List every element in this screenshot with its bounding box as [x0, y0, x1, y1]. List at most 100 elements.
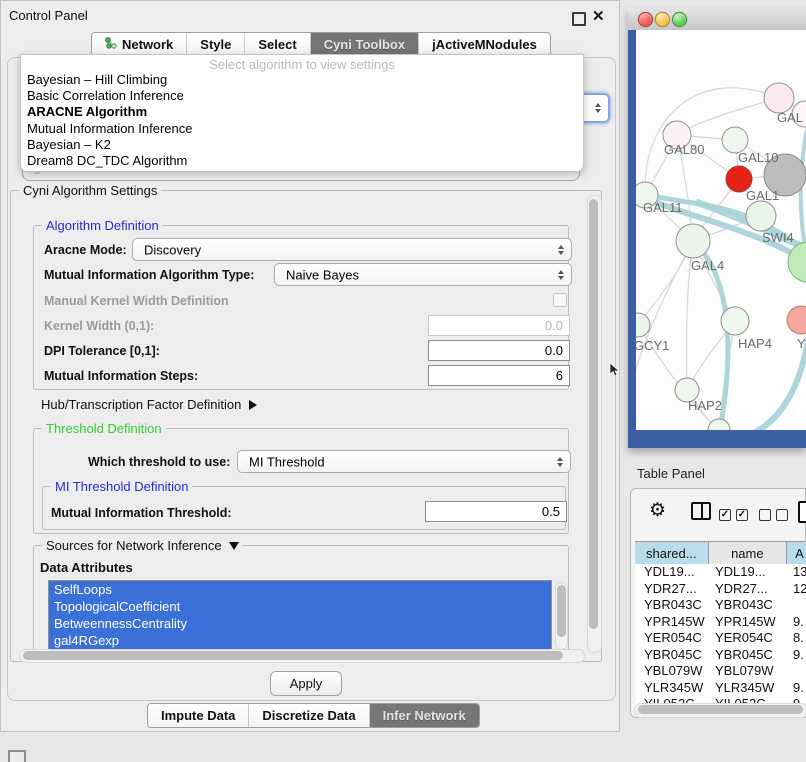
- node-label: GAL4: [691, 258, 724, 273]
- tab-impute-data[interactable]: Impute Data: [148, 704, 249, 727]
- gear-icon[interactable]: ⚙: [649, 501, 666, 520]
- dropdown-option[interactable]: Bayesian – Hill Climbing: [21, 72, 583, 88]
- settings-vertical-scrollbar[interactable]: [587, 195, 602, 653]
- desktop: Control Panel ✕ Network Style Select Cyn…: [0, 0, 806, 762]
- table-row[interactable]: YDR27...YDR27...12: [635, 581, 806, 598]
- control-panel-title: Control Panel: [9, 8, 88, 23]
- table-panel-window: ⚙ ✓ ✓ shared... name A YDL19...YDL19...1…: [630, 488, 806, 718]
- expanded-arrow-icon[interactable]: [229, 542, 239, 550]
- table-row[interactable]: YLR345WYLR345W9.: [635, 680, 806, 697]
- float-window-icon[interactable]: [572, 12, 586, 26]
- mi-threshold-group: MI Threshold Definition Mutual Informati…: [42, 486, 566, 530]
- dropdown-option[interactable]: Basic Correlation Inference: [21, 88, 583, 104]
- mi-type-label: Mutual Information Algorithm Type:: [44, 268, 254, 282]
- mi-steps-label: Mutual Information Steps:: [44, 369, 198, 383]
- tab-infer-network[interactable]: Infer Network: [370, 704, 479, 727]
- unchecked-checkbox-icon[interactable]: [776, 509, 788, 521]
- data-attributes-list[interactable]: SelfLoops TopologicalCoefficient Between…: [48, 580, 552, 652]
- attribute-item[interactable]: gal4RGexp: [49, 632, 551, 649]
- manual-kernel-checkbox[interactable]: [553, 293, 567, 307]
- close-traffic-light[interactable]: [638, 12, 653, 27]
- network-node-swi4[interactable]: [746, 201, 776, 231]
- close-icon[interactable]: ✕: [592, 7, 605, 25]
- mi-type-value: Naive Bayes: [286, 267, 359, 282]
- column-header-shared-name[interactable]: shared...: [635, 542, 709, 564]
- sources-group-title: Sources for Network Inference: [42, 538, 243, 553]
- tab-network[interactable]: Network: [92, 33, 187, 56]
- split-columns-icon[interactable]: [691, 502, 711, 520]
- network-node-green[interactable]: [788, 242, 806, 282]
- network-tab-icon: [105, 37, 117, 52]
- checked-checkbox-icon[interactable]: ✓: [736, 509, 748, 521]
- node-label: SWI4: [762, 230, 794, 245]
- minimize-traffic-light[interactable]: [655, 12, 670, 27]
- mi-threshold-field[interactable]: 0.5: [425, 501, 567, 522]
- network-window-titlebar[interactable]: [628, 8, 806, 31]
- node-label: GCY1: [636, 338, 669, 353]
- collapsed-arrow-icon[interactable]: [249, 400, 257, 410]
- mi-type-combobox[interactable]: Naive Bayes: [274, 263, 572, 286]
- tab-style-label: Style: [200, 37, 231, 52]
- table-row[interactable]: YBL079WYBL079W: [635, 663, 806, 680]
- network-node-gal[interactable]: [764, 83, 794, 113]
- threshold-definition-title: Threshold Definition: [42, 421, 166, 436]
- network-node-gal4[interactable]: [676, 224, 710, 258]
- kernel-width-field[interactable]: 0.0: [428, 315, 570, 336]
- dropdown-option[interactable]: Dream8 DC_TDC Algorithm: [21, 153, 583, 169]
- algorithm-definition-title: Algorithm Definition: [42, 218, 163, 233]
- which-threshold-label: Which threshold to use:: [88, 455, 230, 469]
- dropdown-option[interactable]: Mutual Information Inference: [21, 121, 583, 137]
- table-row[interactable]: YPR145WYPR145W9.: [635, 614, 806, 631]
- network-node-salmon[interactable]: [787, 306, 806, 334]
- hub-tf-definition-row[interactable]: Hub/Transcription Factor Definition: [41, 397, 257, 412]
- algorithm-dropdown-popup: Select algorithm to view settings Bayesi…: [20, 54, 584, 172]
- control-panel-window: Control Panel ✕ Network Style Select Cyn…: [0, 0, 620, 732]
- attribute-item[interactable]: BetweennessCentrality: [49, 615, 551, 632]
- tab-style[interactable]: Style: [187, 33, 245, 56]
- column-header-name[interactable]: name: [709, 542, 788, 564]
- attribute-item[interactable]: SelfLoops: [49, 581, 551, 598]
- which-threshold-combobox[interactable]: MI Threshold: [237, 450, 571, 473]
- stepper-arrows-icon: [557, 457, 563, 467]
- table-horizontal-scrollbar[interactable]: [634, 703, 806, 718]
- tab-network-label: Network: [122, 37, 173, 52]
- dock-panel-icon[interactable]: [8, 750, 26, 762]
- page-icon[interactable]: [798, 501, 806, 523]
- dropdown-option-aracne[interactable]: ARACNE Algorithm: [21, 104, 583, 120]
- aracne-mode-combobox[interactable]: Discovery: [132, 238, 572, 261]
- network-view-window: GAL80 GAL10 GAL1 GAL11 SWI4 GAL4 GCY1 HA…: [628, 8, 806, 448]
- stepper-arrows-icon: [558, 270, 564, 280]
- network-canvas[interactable]: GAL80 GAL10 GAL1 GAL11 SWI4 GAL4 GCY1 HA…: [636, 30, 806, 430]
- tab-cyni-toolbox[interactable]: Cyni Toolbox: [311, 33, 419, 56]
- network-node[interactable]: [708, 419, 730, 430]
- column-header-partial[interactable]: A: [787, 542, 806, 564]
- apply-button[interactable]: Apply: [270, 671, 342, 696]
- kernel-width-label: Kernel Width (0,1):: [44, 319, 154, 333]
- dropdown-option[interactable]: Bayesian – K2: [21, 137, 583, 153]
- tab-discretize-data[interactable]: Discretize Data: [249, 704, 369, 727]
- table-row[interactable]: YDL19...YDL19...13: [635, 564, 806, 581]
- dropdown-placeholder: Select algorithm to view settings: [21, 55, 583, 72]
- attributes-scrollbar[interactable]: [555, 582, 568, 650]
- checked-checkbox-icon[interactable]: ✓: [719, 509, 731, 521]
- mouse-cursor: [609, 362, 620, 377]
- settings-group-title: Cyni Algorithm Settings: [19, 183, 161, 198]
- sources-title-text: Sources for Network Inference: [46, 538, 222, 553]
- attribute-item[interactable]: TopologicalCoefficient: [49, 598, 551, 615]
- table-row[interactable]: YBR043CYBR043C: [635, 597, 806, 614]
- network-node-hap4[interactable]: [721, 307, 749, 335]
- table-row[interactable]: YER054CYER054C8.: [635, 630, 806, 647]
- zoom-traffic-light[interactable]: [672, 12, 687, 27]
- mi-steps-field[interactable]: 6: [428, 365, 570, 386]
- table-row[interactable]: YBR045CYBR045C9.: [635, 647, 806, 664]
- cyni-algorithm-settings-group: Cyni Algorithm Settings Algorithm Defini…: [10, 190, 602, 662]
- tab-cyni-toolbox-label: Cyni Toolbox: [324, 37, 405, 52]
- tab-select[interactable]: Select: [245, 33, 310, 56]
- node-label: HAP4: [738, 336, 772, 351]
- dpi-tolerance-field[interactable]: 0.0: [428, 340, 570, 361]
- settings-horizontal-scrollbar[interactable]: [19, 649, 585, 663]
- threshold-definition-group: Threshold Definition Which threshold to …: [33, 428, 569, 534]
- stepper-arrows-icon: [558, 245, 564, 255]
- unchecked-checkbox-icon[interactable]: [759, 509, 771, 521]
- tab-jactivemnodules[interactable]: jActiveMNodules: [419, 33, 550, 56]
